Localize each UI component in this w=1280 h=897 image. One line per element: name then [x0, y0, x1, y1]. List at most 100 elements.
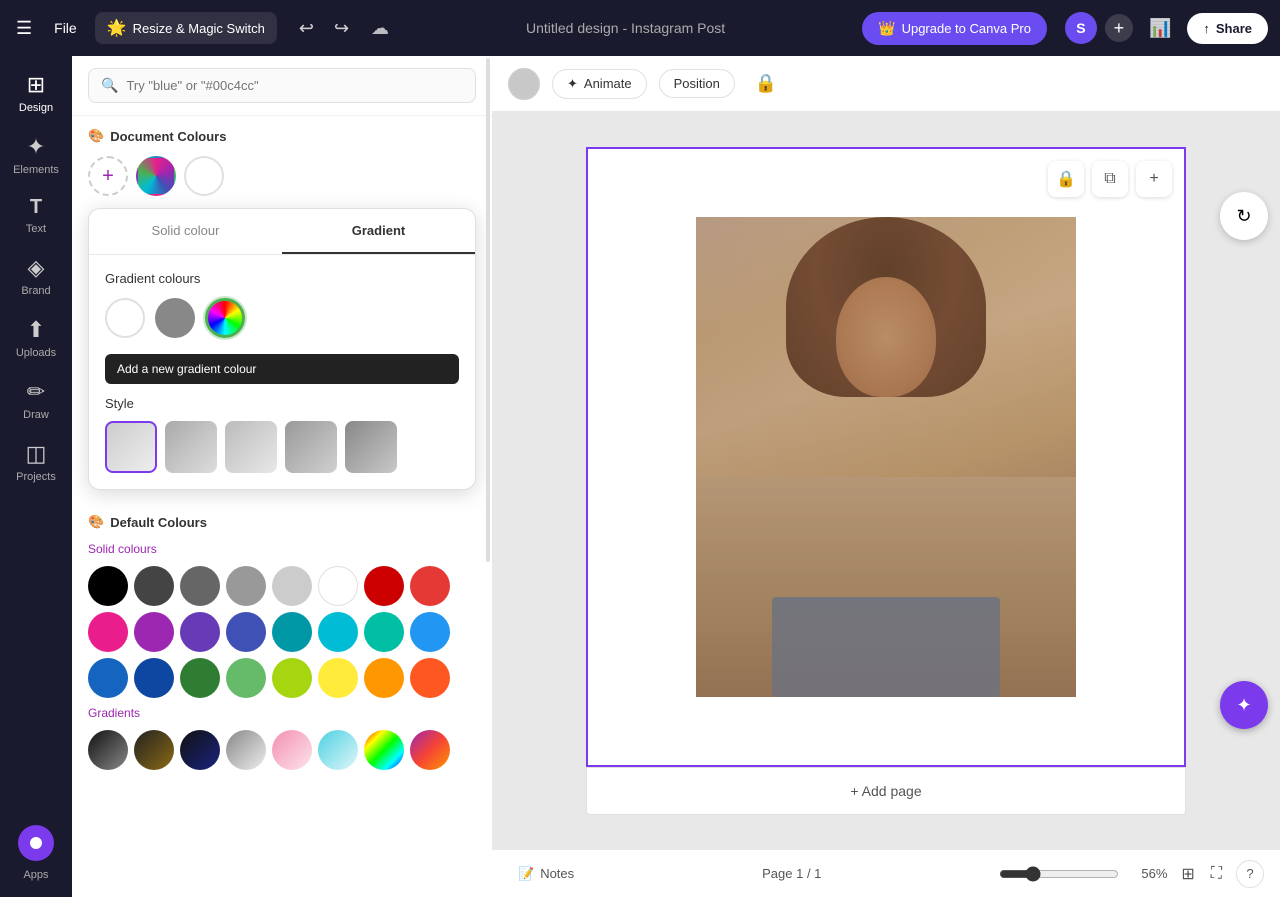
icon-sidebar: ⊞ Design ✦ Elements T Text ◈ Brand ⬆ Upl…: [0, 56, 72, 897]
swatch-darkgray[interactable]: [134, 566, 174, 606]
animate-icon: ✦: [567, 76, 578, 92]
document-white-swatch[interactable]: [184, 156, 224, 196]
ai-assistant-button[interactable]: ✦: [1220, 681, 1268, 729]
gradient-content: Gradient colours: [89, 255, 475, 354]
lock-button[interactable]: 🔒: [747, 69, 785, 98]
swatch-orange[interactable]: [364, 658, 404, 698]
sidebar-item-projects[interactable]: ◫ Projects: [6, 433, 66, 491]
search-input[interactable]: [126, 78, 463, 93]
sidebar-item-design[interactable]: ⊞ Design: [6, 64, 66, 122]
gradient-swatch-5[interactable]: [272, 730, 312, 770]
file-menu[interactable]: File: [46, 16, 85, 40]
lock-canvas-button[interactable]: 🔒: [1048, 161, 1084, 197]
sidebar-item-draw[interactable]: ✏ Draw: [6, 371, 66, 429]
styles-label: Style: [89, 396, 475, 411]
undo-redo-group: ↩ ↪: [291, 14, 357, 43]
gradient-swatch-7[interactable]: [364, 730, 404, 770]
swatch-darkred[interactable]: [364, 566, 404, 606]
gradient-swatch-1[interactable]: [88, 730, 128, 770]
undo-button[interactable]: ↩: [291, 14, 322, 43]
swatch-lightgray[interactable]: [272, 566, 312, 606]
tab-gradient[interactable]: Gradient: [282, 209, 475, 254]
expand-canvas-button[interactable]: +: [1136, 161, 1172, 197]
sidebar-item-text[interactable]: T Text: [6, 188, 66, 243]
color-preview-swatch[interactable]: [508, 68, 540, 100]
swatch-navyblue[interactable]: [134, 658, 174, 698]
gradient-swatch-6[interactable]: [318, 730, 358, 770]
swatch-lime[interactable]: [272, 658, 312, 698]
user-avatar[interactable]: S: [1065, 12, 1097, 44]
search-section: 🔍: [72, 56, 492, 116]
magic-switch-button[interactable]: 🌟 Resize & Magic Switch: [95, 12, 277, 44]
analytics-icon[interactable]: 📊: [1141, 14, 1179, 43]
swatch-yellow[interactable]: [318, 658, 358, 698]
sidebar-label-uploads: Uploads: [16, 347, 56, 359]
swatch-cyan[interactable]: [318, 612, 358, 652]
zoom-slider[interactable]: [999, 866, 1119, 882]
swatch-indigo[interactable]: [226, 612, 266, 652]
document-gradient-swatch[interactable]: [136, 156, 176, 196]
palette-icon: 🎨: [88, 128, 104, 144]
fullscreen-button[interactable]: ⛶: [1205, 860, 1228, 888]
search-input-wrap: 🔍: [88, 68, 476, 103]
swatch-teal[interactable]: [364, 612, 404, 652]
document-title[interactable]: Untitled design - Instagram Post: [399, 20, 852, 36]
swatch-deeporange[interactable]: [410, 658, 450, 698]
style-swatch-5[interactable]: [345, 421, 397, 473]
swatch-green[interactable]: [226, 658, 266, 698]
gradient-swatch-3[interactable]: [180, 730, 220, 770]
swatch-darkcyan[interactable]: [272, 612, 312, 652]
sidebar-label-draw: Draw: [23, 409, 49, 421]
sidebar-item-elements[interactable]: ✦ Elements: [6, 126, 66, 184]
style-swatch-4[interactable]: [285, 421, 337, 473]
secondary-toolbar: ✦ Animate Position 🔒: [492, 56, 1280, 112]
swatch-gray[interactable]: [180, 566, 220, 606]
save-to-cloud-icon[interactable]: ☁: [371, 18, 389, 39]
gradient-swatch-4[interactable]: [226, 730, 266, 770]
swatch-darkblue[interactable]: [88, 658, 128, 698]
gradient-swatch-white[interactable]: [105, 298, 145, 338]
upgrade-button[interactable]: 👑 Upgrade to Canva Pro: [862, 12, 1047, 45]
add-collaborator-button[interactable]: +: [1105, 14, 1133, 42]
gradient-swatch-2[interactable]: [134, 730, 174, 770]
swatch-black[interactable]: [88, 566, 128, 606]
style-swatch-2[interactable]: [165, 421, 217, 473]
help-button[interactable]: ?: [1236, 860, 1264, 888]
duplicate-canvas-button[interactable]: ⧉: [1092, 161, 1128, 197]
notes-button[interactable]: 📝 Notes: [508, 860, 584, 888]
swatch-purple[interactable]: [134, 612, 174, 652]
style-swatch-1[interactable]: [105, 421, 157, 473]
grid-view-button[interactable]: ⊞: [1175, 860, 1200, 888]
share-button[interactable]: ↑ Share: [1187, 13, 1268, 44]
style-swatch-3[interactable]: [225, 421, 277, 473]
gradient-swatch-8[interactable]: [410, 730, 450, 770]
document-colours-section: 🎨 Document Colours +: [72, 116, 492, 208]
swatch-midgray[interactable]: [226, 566, 266, 606]
canvas-viewport[interactable]: 🔒 ⧉ +: [492, 112, 1280, 849]
redo-button[interactable]: ↪: [326, 14, 357, 43]
menu-icon[interactable]: ☰: [12, 14, 36, 43]
animate-button[interactable]: ✦ Animate: [552, 69, 647, 99]
magic-refresh-button[interactable]: ↻: [1220, 192, 1268, 240]
view-options: ⊞ ⛶: [1175, 860, 1228, 888]
elements-icon: ✦: [27, 134, 45, 160]
tab-solid-colour[interactable]: Solid colour: [89, 209, 282, 254]
swatch-darkgreen[interactable]: [180, 658, 220, 698]
canvas-frame[interactable]: 🔒 ⧉ +: [586, 147, 1186, 767]
gradients-label: Gradients: [88, 706, 476, 720]
swatch-blue[interactable]: [410, 612, 450, 652]
swatch-deeppurple[interactable]: [180, 612, 220, 652]
gradient-swatch-gray[interactable]: [155, 298, 195, 338]
add-document-colour-button[interactable]: +: [88, 156, 128, 196]
swatch-hotpink[interactable]: [88, 612, 128, 652]
position-button[interactable]: Position: [659, 69, 735, 98]
sidebar-item-apps[interactable]: Apps: [6, 817, 66, 889]
swatch-red[interactable]: [410, 566, 450, 606]
add-gradient-colour-button[interactable]: [205, 298, 245, 338]
sidebar-item-brand[interactable]: ◈ Brand: [6, 247, 66, 305]
apps-dot-icon: [18, 825, 54, 861]
swatch-white[interactable]: [318, 566, 358, 606]
palette-icon-2: 🎨: [88, 514, 104, 530]
sidebar-item-uploads[interactable]: ⬆ Uploads: [6, 309, 66, 367]
add-page-button[interactable]: + Add page: [586, 767, 1186, 815]
